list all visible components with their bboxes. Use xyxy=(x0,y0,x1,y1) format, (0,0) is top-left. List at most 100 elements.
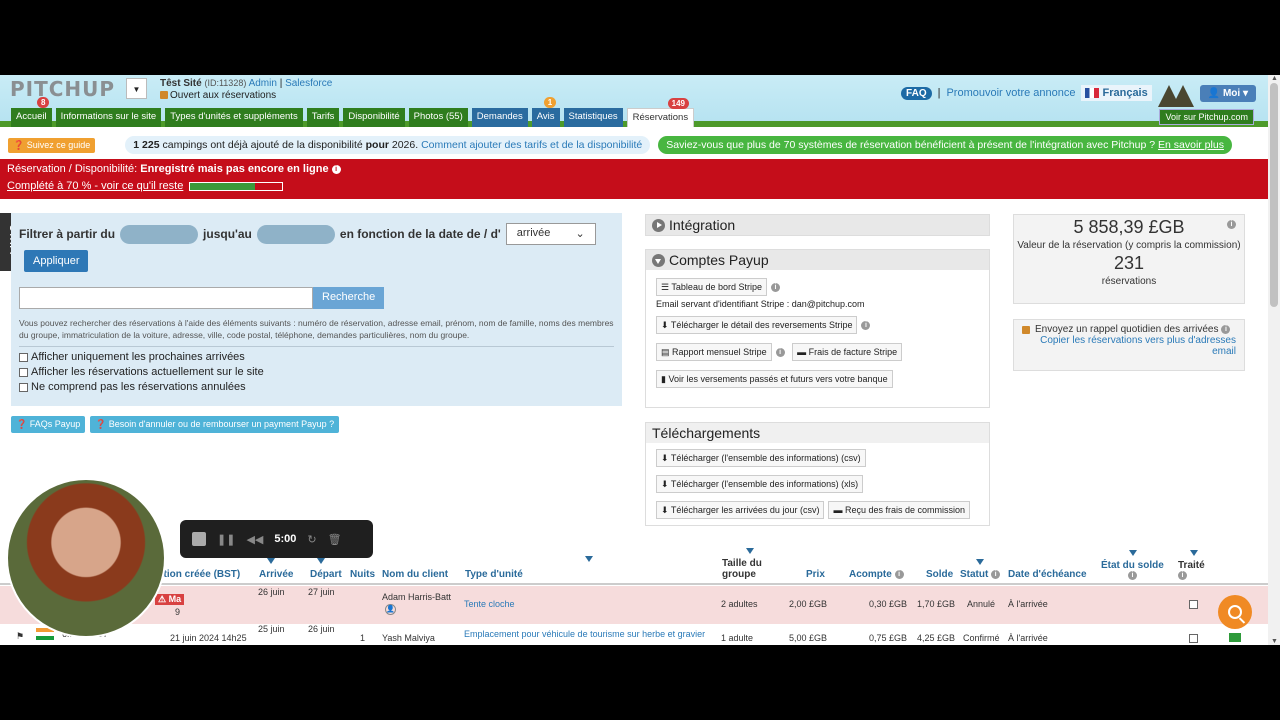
apply-button[interactable]: Appliquer xyxy=(24,250,89,272)
download-arrivals-button[interactable]: ⬇ Télécharger les arrivées du jour (csv) xyxy=(656,501,825,519)
tab-avis[interactable]: Avis 1 xyxy=(531,97,560,127)
col-due-date[interactable]: Date d'échéance xyxy=(1008,569,1087,580)
tab-photos[interactable]: Photos (55) xyxy=(408,108,468,127)
trash-icon[interactable]: 🗑 xyxy=(328,533,342,546)
copy-emails-link[interactable]: Copier les réservations vers plus d'adre… xyxy=(1040,335,1236,357)
filter-icon[interactable] xyxy=(585,556,593,562)
booking-stats: 5 858,39 £GB Valeur de la réservation (y… xyxy=(1013,214,1245,304)
col-balance[interactable]: Solde xyxy=(926,569,953,580)
tab-informations[interactable]: Informations sur le site xyxy=(55,108,162,127)
tab-accueil[interactable]: Accueil 8 xyxy=(11,97,52,127)
rewind-icon[interactable]: ◀◀ xyxy=(246,533,263,546)
cell-unit[interactable]: Emplacement pour véhicule de tourisme su… xyxy=(464,629,705,639)
tab-disponibilite[interactable]: Disponibilité xyxy=(343,108,405,127)
tab-reservations[interactable]: Réservations 149 xyxy=(626,98,695,127)
col-client[interactable]: Nom du client xyxy=(382,569,448,580)
table-row[interactable]: ⚠ Ma 9 26 juin 27 juin Adam Harris-Batt … xyxy=(0,586,1268,624)
col-processed[interactable]: Traité xyxy=(1178,550,1205,571)
upcoming-arrivals-checkbox[interactable] xyxy=(19,352,28,362)
info-icon: i xyxy=(770,282,780,292)
date-type-select[interactable]: arrivée ⌄ xyxy=(505,223,596,245)
col-departure[interactable]: Départ xyxy=(310,558,342,580)
invoice-fees-button[interactable]: ▬ Frais de facture Stripe xyxy=(792,343,903,361)
cell-balance: 1,70 £GB xyxy=(917,599,956,609)
cell-due: À l'arrivée xyxy=(1008,599,1048,609)
promote-link[interactable]: Promouvoir votre annonce xyxy=(946,87,1075,99)
col-group[interactable]: Taille du groupe xyxy=(722,548,772,580)
info-icon: i xyxy=(331,164,341,174)
exclude-cancelled-checkbox[interactable] xyxy=(19,382,28,392)
scroll-down-icon[interactable]: ▼ xyxy=(1271,638,1278,645)
cell-group: 1 adulte xyxy=(721,633,754,643)
download-payouts-button[interactable]: ⬇ Télécharger le détail des reversements… xyxy=(656,316,858,334)
col-deposit[interactable]: Acompte i xyxy=(849,569,904,580)
faq-button[interactable]: FAQ xyxy=(901,86,932,100)
col-balance-state[interactable]: État du solde xyxy=(1101,550,1164,571)
stripe-dashboard-button[interactable]: ☰ Tableau de bord Stripe xyxy=(656,278,767,296)
open-checkbox[interactable] xyxy=(160,91,168,100)
col-created[interactable]: ation créée (BST) xyxy=(158,569,240,580)
report-icon: ▤ xyxy=(661,347,670,357)
payup-header[interactable]: Comptes Payup xyxy=(646,250,989,270)
scroll-up-icon[interactable]: ▲ xyxy=(1271,75,1278,82)
faq-payup-button[interactable]: ❓ FAQs Payup xyxy=(11,416,86,433)
tab-tarifs[interactable]: Tarifs xyxy=(306,108,340,127)
browser-viewport: PITCHUP ▼ Têst Sité (ID:11328) Admin | S… xyxy=(0,75,1280,645)
stop-icon[interactable] xyxy=(192,532,206,546)
col-unit[interactable]: Type d'unité xyxy=(465,569,523,580)
language-selector[interactable]: Français xyxy=(1081,85,1152,101)
search-button[interactable]: Recherche xyxy=(313,287,385,309)
col-status[interactable]: Statut i xyxy=(960,559,1001,580)
user-icon[interactable]: 👤 xyxy=(385,604,396,615)
scrollbar-thumb[interactable] xyxy=(1270,83,1278,307)
download-xls-button[interactable]: ⬇ Télécharger (l'ensemble des informatio… xyxy=(656,475,864,493)
flag-icon[interactable]: ⚑ xyxy=(16,631,24,642)
monthly-report-button[interactable]: ▤ Rapport mensuel Stripe xyxy=(656,343,772,361)
cell-departure: 27 juin xyxy=(308,587,335,597)
scrollbar[interactable]: ▲ ▼ xyxy=(1268,75,1280,645)
site-dropdown[interactable]: ▼ xyxy=(126,78,147,99)
cell-client: Yash Malviya xyxy=(382,633,435,643)
how-to-link[interactable]: Comment ajouter des tarifs et de la disp… xyxy=(421,139,642,151)
restart-icon[interactable]: ↻ xyxy=(307,533,316,546)
table-row[interactable]: ⚑ 6MG262C7 21 juin 2024 14h25 25 juin 26… xyxy=(0,624,1268,645)
col-price[interactable]: Prix xyxy=(806,569,825,580)
integration-panel[interactable]: Intégration xyxy=(645,214,990,236)
col-nights[interactable]: Nuits xyxy=(350,569,375,580)
admin-link[interactable]: Admin xyxy=(249,78,277,89)
col-arrival[interactable]: Arrivée xyxy=(259,558,293,580)
learn-more-link[interactable]: En savoir plus xyxy=(1158,139,1224,151)
cell-unit[interactable]: Tente cloche xyxy=(464,599,515,609)
question-icon: ❓ xyxy=(13,139,25,150)
by-label: en fonction de la date de / d' xyxy=(339,227,501,241)
pause-icon[interactable]: ❚❚ xyxy=(217,533,235,546)
view-on-pitchup-button[interactable]: Voir sur Pitchup.com xyxy=(1159,109,1254,125)
search-fab-button[interactable] xyxy=(1218,595,1252,629)
progress-link[interactable]: Complété à 70 % - voir ce qu'il reste xyxy=(7,180,183,192)
tab-statistiques[interactable]: Statistiques xyxy=(563,108,623,127)
commission-receipt-button[interactable]: ▬ Reçu des frais de commission xyxy=(828,501,971,519)
booking-count-label: réservations xyxy=(1101,276,1157,287)
user-menu-button[interactable]: 👤 Moi ▾ xyxy=(1199,84,1256,102)
cell-arrival: 25 juin xyxy=(258,624,285,634)
pitchup-logo[interactable]: PITCHUP xyxy=(10,77,115,101)
guide-button[interactable]: ❓ Suivez ce guide xyxy=(8,137,96,153)
tab-demandes[interactable]: Demandes xyxy=(471,108,528,127)
salesforce-link[interactable]: Salesforce xyxy=(285,78,332,89)
progress-bar xyxy=(189,181,284,191)
daily-reminder-checkbox[interactable] xyxy=(1022,325,1030,334)
email-icon[interactable] xyxy=(1229,633,1241,642)
info-icon: i xyxy=(775,347,785,357)
from-date-input[interactable] xyxy=(120,224,199,244)
processed-checkbox[interactable] xyxy=(1189,634,1198,643)
download-csv-button[interactable]: ⬇ Télécharger (l'ensemble des informatio… xyxy=(656,449,866,467)
info-icon: i xyxy=(1128,571,1137,580)
search-input[interactable] xyxy=(19,287,313,309)
to-date-input[interactable] xyxy=(256,224,335,244)
tab-unit-types[interactable]: Types d'unités et suppléments xyxy=(165,108,303,127)
refund-help-button[interactable]: ❓ Besoin d'annuler ou de rembourser un p… xyxy=(90,416,340,433)
processed-checkbox[interactable] xyxy=(1189,600,1198,609)
search-help-text: Vous pouvez rechercher des réservations … xyxy=(19,318,614,340)
on-site-checkbox[interactable] xyxy=(19,367,28,377)
payouts-button[interactable]: ▮ Voir les versements passés et futurs v… xyxy=(656,370,893,388)
